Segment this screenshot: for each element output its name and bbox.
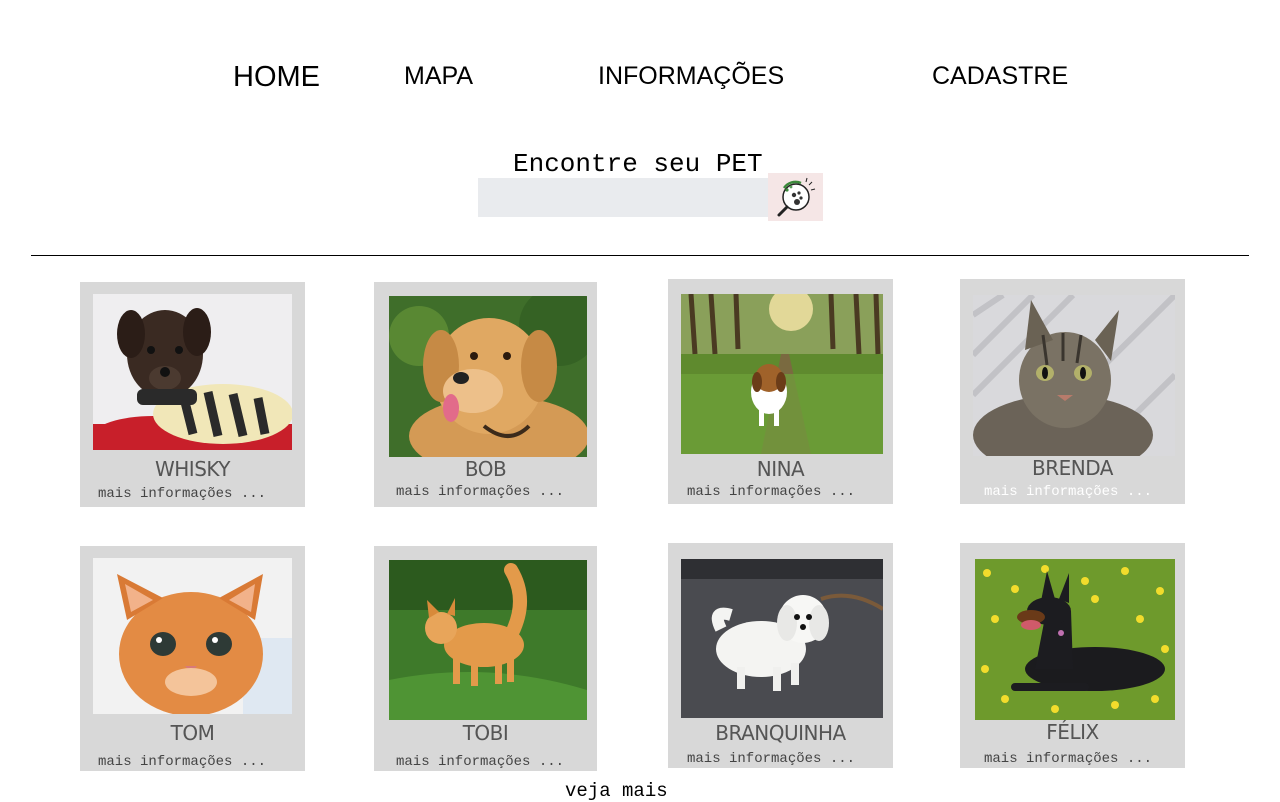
search-button[interactable] bbox=[768, 173, 823, 221]
pet-more-link[interactable]: mais informações ... bbox=[687, 751, 855, 767]
pet-name: BRANQUINHA bbox=[715, 721, 846, 745]
pet-photo-doberman bbox=[975, 559, 1175, 720]
nav-map[interactable]: MAPA bbox=[404, 62, 473, 91]
divider bbox=[31, 255, 1249, 256]
pet-name: NINA bbox=[756, 457, 805, 481]
pet-name: WHISKY bbox=[154, 457, 231, 481]
pet-name: TOM bbox=[170, 721, 215, 745]
pet-name: BOB bbox=[464, 457, 507, 481]
pet-photo-puppy bbox=[93, 294, 292, 450]
pet-card-branquinha[interactable]: BRANQUINHA mais informações ... bbox=[668, 543, 893, 768]
pet-card-tom[interactable]: TOM mais informações ... bbox=[80, 546, 305, 771]
pet-card-nina[interactable]: NINA mais informações ... bbox=[668, 279, 893, 504]
pet-photo-beagle bbox=[681, 294, 883, 454]
pet-more-link[interactable]: mais informações ... bbox=[98, 486, 266, 502]
magnifier-paw-icon bbox=[777, 177, 816, 217]
pet-card-bob[interactable]: BOB mais informações ... bbox=[374, 282, 597, 507]
pet-card-tobi[interactable]: TOBI mais informações ... bbox=[374, 546, 597, 771]
pet-name: BRENDA bbox=[1032, 456, 1113, 480]
pet-more-link[interactable]: mais informações ... bbox=[396, 754, 564, 770]
pet-card-felix[interactable]: FÉLIX mais informações ... bbox=[960, 543, 1185, 768]
nav-home[interactable]: HOME bbox=[233, 61, 320, 94]
pet-card-brenda[interactable]: BRENDA mais informações ... bbox=[960, 279, 1185, 504]
pet-photo-maltese bbox=[681, 559, 883, 718]
search-input[interactable] bbox=[478, 178, 768, 217]
pet-photo-kitten-grass bbox=[389, 560, 587, 720]
pet-more-link[interactable]: mais informações ... bbox=[687, 484, 855, 500]
pet-name: FÉLIX bbox=[1046, 720, 1099, 744]
pet-photo-tabby bbox=[973, 295, 1175, 456]
nav-signup[interactable]: CADASTRE bbox=[932, 62, 1068, 91]
pet-photo-kitten bbox=[93, 558, 292, 714]
see-more-link[interactable]: veja mais bbox=[565, 780, 668, 802]
pet-more-link[interactable]: mais informações ... bbox=[396, 484, 564, 500]
pet-more-link[interactable]: mais informações ... bbox=[984, 751, 1152, 767]
pet-name: TOBI bbox=[462, 721, 509, 745]
nav-info[interactable]: INFORMAÇÕES bbox=[598, 62, 784, 91]
pet-card-whisky[interactable]: WHISKY mais informações ... bbox=[80, 282, 305, 507]
pet-photo-golden bbox=[389, 296, 587, 457]
search-title: Encontre seu PET bbox=[513, 149, 763, 179]
pet-more-link[interactable]: mais informações ... bbox=[98, 754, 266, 770]
pet-more-link[interactable]: mais informações ... bbox=[984, 484, 1152, 500]
